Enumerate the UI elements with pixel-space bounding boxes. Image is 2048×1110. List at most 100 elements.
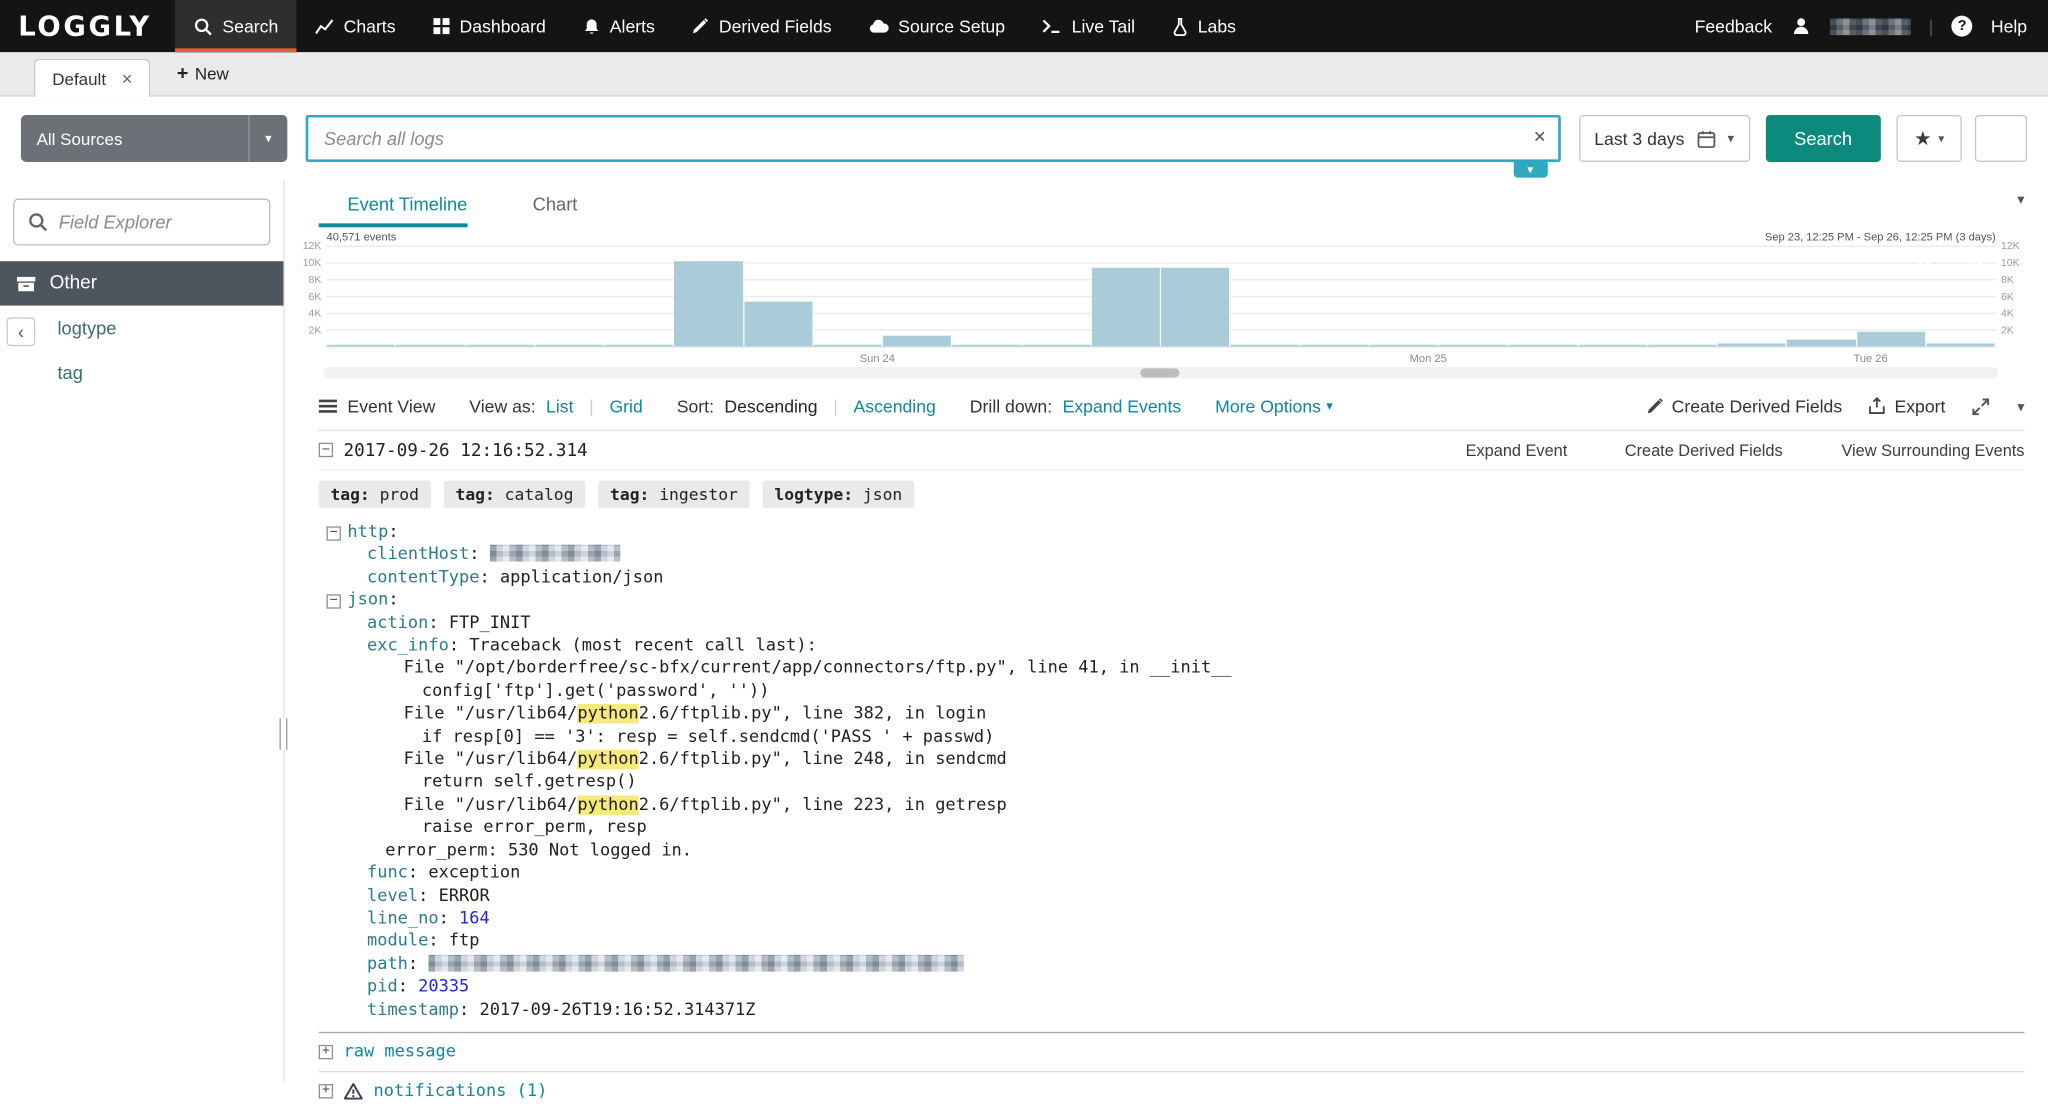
sort-descending[interactable]: Descending: [724, 396, 817, 416]
expand-event-button[interactable]: Expand Event: [1442, 441, 1567, 459]
view-as-list-link[interactable]: List: [546, 396, 573, 416]
json-key[interactable]: path: [367, 954, 408, 974]
json-value[interactable]: exception: [428, 863, 520, 883]
timeline-bar[interactable]: [327, 344, 397, 346]
timeline-plot[interactable]: [327, 246, 1996, 348]
export-button[interactable]: Export: [1868, 396, 1945, 416]
timeline-bar[interactable]: [1718, 344, 1788, 346]
timeline-bar[interactable]: [605, 344, 675, 346]
json-value[interactable]: FTP_INIT: [449, 613, 531, 633]
json-key[interactable]: json: [347, 591, 388, 611]
clear-search-icon[interactable]: ×: [1534, 128, 1546, 149]
close-tab-icon[interactable]: ×: [122, 69, 133, 87]
feedback-link[interactable]: Feedback: [1695, 16, 1772, 36]
event-tag[interactable]: tag: ingestor: [598, 481, 749, 508]
timeline-bar[interactable]: [1231, 344, 1301, 346]
sort-ascending-link[interactable]: Ascending: [853, 396, 935, 416]
timeline-bar[interactable]: [744, 302, 814, 346]
json-key[interactable]: contentType: [367, 568, 479, 588]
collapse-node-icon[interactable]: −: [327, 594, 341, 608]
user-avatar-icon[interactable]: [1790, 16, 1811, 37]
chevron-down-icon[interactable]: ▾: [2017, 191, 2024, 211]
view-as-grid-link[interactable]: Grid: [609, 396, 642, 416]
json-value[interactable]: 164: [459, 909, 490, 929]
timeline-bar[interactable]: [1648, 344, 1718, 346]
sidebar-collapse-button[interactable]: ‹: [7, 317, 36, 346]
json-key[interactable]: action: [367, 613, 428, 633]
json-value[interactable]: application/json: [500, 568, 664, 588]
nav-item-alerts[interactable]: Alerts: [564, 0, 673, 52]
json-key[interactable]: level: [367, 886, 418, 906]
expand-events-link[interactable]: Expand Events: [1063, 396, 1182, 416]
collapse-event-icon[interactable]: −: [319, 443, 333, 457]
raw-message-link[interactable]: raw message: [344, 1042, 456, 1062]
timeline-scrollbar[interactable]: [324, 367, 1998, 379]
scrollbar-handle[interactable]: [1140, 368, 1179, 377]
help-icon[interactable]: ?: [1952, 16, 1973, 37]
timeline-bar[interactable]: [396, 344, 466, 346]
expand-panel-icon[interactable]: [1961, 191, 1981, 211]
event-tag[interactable]: logtype: json: [763, 481, 914, 508]
sidebar-resize-handle[interactable]: [280, 718, 288, 749]
json-key[interactable]: http: [347, 522, 388, 542]
username-redacted[interactable]: [1830, 18, 1911, 35]
tab-default[interactable]: Default ×: [34, 59, 151, 97]
json-key[interactable]: pid: [367, 977, 398, 997]
nav-item-charts[interactable]: Charts: [297, 0, 414, 52]
sidebar-item-tag[interactable]: tag: [0, 350, 283, 394]
json-key[interactable]: func: [367, 863, 408, 883]
nav-item-search[interactable]: Search: [175, 0, 296, 52]
timeline-bar[interactable]: [1857, 332, 1927, 346]
json-key[interactable]: exc_info: [367, 636, 449, 656]
search-button[interactable]: Search: [1765, 115, 1880, 162]
json-value[interactable]: ftp: [449, 932, 480, 952]
timeline-bar[interactable]: [813, 344, 883, 346]
event-tag[interactable]: tag: catalog: [444, 481, 585, 508]
help-link[interactable]: Help: [1991, 16, 2027, 36]
event-timestamp[interactable]: 2017-09-26 12:16:52.314: [344, 440, 588, 461]
timeline-bar[interactable]: [1926, 344, 1996, 347]
expand-notifications-icon[interactable]: +: [319, 1084, 333, 1098]
time-range-selector[interactable]: Last 3 days ▾: [1579, 115, 1750, 162]
zoom-out-icon[interactable]: [1910, 244, 1935, 269]
timeline-bar[interactable]: [1161, 267, 1231, 346]
json-value[interactable]: 20335: [418, 977, 469, 997]
timeline-bar[interactable]: [1092, 268, 1162, 346]
nav-item-dashboard[interactable]: Dashboard: [414, 0, 564, 52]
event-view-control[interactable]: Event View: [319, 396, 436, 416]
notifications-link[interactable]: notifications (1): [374, 1081, 548, 1101]
timeline-bar[interactable]: [1300, 344, 1370, 346]
loggly-logo[interactable]: LOGGLY: [0, 0, 175, 52]
field-group-other[interactable]: Other: [0, 261, 283, 305]
collapse-node-icon[interactable]: −: [327, 526, 341, 540]
timeline-bar[interactable]: [674, 261, 744, 346]
search-input[interactable]: [306, 115, 1561, 162]
create-derived-fields-button[interactable]: Create Derived Fields: [1646, 396, 1843, 416]
json-value[interactable]: ERROR: [439, 886, 490, 906]
timeline-bar[interactable]: [1022, 344, 1092, 346]
query-expander-flag[interactable]: ▾: [1513, 162, 1547, 178]
timeline-bar[interactable]: [1509, 344, 1579, 346]
nav-item-labs[interactable]: Labs: [1153, 0, 1254, 52]
event-tag[interactable]: tag: prod: [319, 481, 431, 508]
timeline-bar[interactable]: [535, 344, 605, 346]
nav-item-source-setup[interactable]: Source Setup: [850, 0, 1023, 52]
new-tab-button[interactable]: + New: [177, 63, 229, 85]
zoom-in-icon[interactable]: [1960, 244, 1985, 269]
expand-raw-message-icon[interactable]: +: [319, 1045, 333, 1059]
json-key[interactable]: line_no: [367, 909, 439, 929]
tab-event-timeline[interactable]: Event Timeline: [319, 180, 468, 227]
timeline-bar[interactable]: [883, 335, 953, 346]
create-derived-fields-action[interactable]: Create Derived Fields: [1601, 441, 1782, 459]
more-options-control[interactable]: More Options ▾: [1215, 396, 1333, 416]
view-surrounding-events-button[interactable]: View Surrounding Events: [1817, 441, 2025, 459]
sidebar-item-logtype[interactable]: logtype: [0, 306, 283, 350]
timeline-bar[interactable]: [1370, 344, 1440, 346]
json-value[interactable]: 2017-09-26T19:16:52.314371Z: [479, 1000, 755, 1020]
timeline-bar[interactable]: [952, 344, 1022, 346]
source-selector[interactable]: All Sources ▾: [21, 115, 287, 162]
saved-searches-button[interactable]: ★ ▾: [1896, 115, 1961, 162]
timeline-bar[interactable]: [466, 344, 536, 346]
json-key[interactable]: module: [367, 932, 428, 952]
timeline-bar[interactable]: [1578, 344, 1648, 346]
